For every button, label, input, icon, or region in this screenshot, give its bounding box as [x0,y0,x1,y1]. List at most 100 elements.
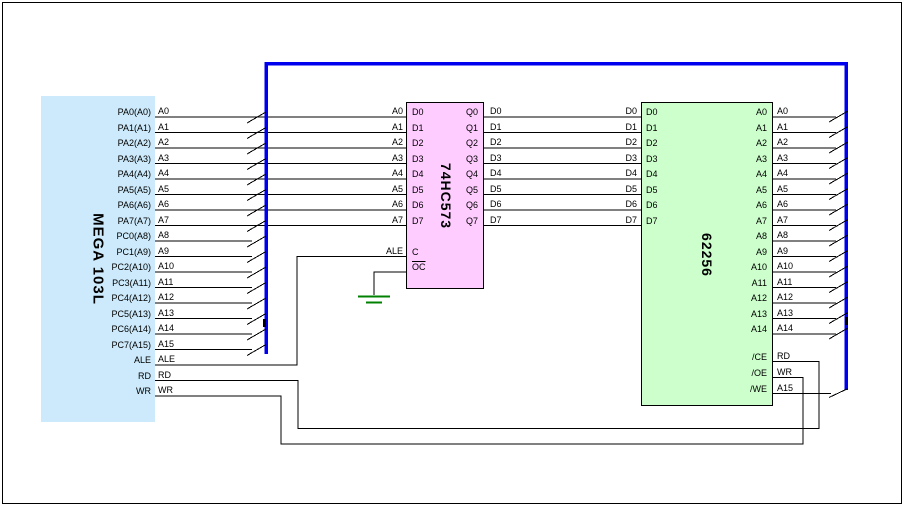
wire-label-d4: D4 [490,168,502,178]
wire-label-a11: A11 [777,277,792,287]
pin-label-pc7a15: PC7(A15) [31,340,151,350]
wire-label-a10: A10 [158,261,174,271]
wire-label-wr: WR [777,367,792,377]
wire-label-d2: D2 [517,137,637,147]
wire-label-a0: A0 [777,106,788,116]
pin-label-pc1a9: PC1(A9) [31,247,151,257]
pin-label-a11: A11 [647,278,767,288]
wire-label-a9: A9 [158,246,169,256]
wire-label-a1: A1 [777,122,788,132]
wire-label-a6: A6 [777,199,788,209]
pin-label-rd: RD [31,371,151,381]
pin-label-q7: Q7 [358,216,478,226]
pin-label-a4: A4 [647,169,767,179]
pin-label-oc: OC [412,262,426,272]
wire-label-a9: A9 [777,246,788,256]
pin-label-a9: A9 [647,247,767,257]
wire-label-a2: A2 [777,137,788,147]
wire-label-a8: A8 [158,230,169,240]
wire-label-d7: D7 [517,215,637,225]
wire-label-d6: D6 [490,199,502,209]
pin-label-q5: Q5 [358,185,478,195]
wire-oc-gnd [374,272,406,295]
pin-label-a14: A14 [647,324,767,334]
pin-label-wr: WR [31,386,151,396]
pin-label-a5: A5 [647,185,767,195]
pin-label-a7: A7 [647,216,767,226]
wire-ale [155,257,406,366]
wire-label-d1: D1 [490,122,502,132]
wire-label-d5: D5 [517,184,637,194]
wire-label-a12: A12 [158,292,174,302]
pin-label-pc2a10: PC2(A10) [31,262,151,272]
wire-label-a13: A13 [158,308,174,318]
pin-label-a3: A3 [647,154,767,164]
pin-label-q3: Q3 [358,154,478,164]
wire-label-d1: D1 [517,122,637,132]
wire-label-a15: A15 [777,383,793,393]
pin-label-pa3a3: PA3(A3) [31,154,151,164]
pin-label-a13: A13 [647,309,767,319]
pin-label-a1: A1 [647,123,767,133]
chip-mega-title: MEGA 103L [90,213,107,305]
pin-label-a8: A8 [647,231,767,241]
wire-label-ale: ALE [158,354,175,364]
wire-label-wr: WR [158,385,173,395]
wire-label-a14: A14 [158,323,174,333]
pin-label-q6: Q6 [358,200,478,210]
wire-label-a0: A0 [158,106,169,116]
schematic-canvas: MEGA 103L 74HC573 62256 PA0(A0)PA1(A1)PA… [0,0,905,507]
pin-label-a12: A12 [647,293,767,303]
pin-label-q1: Q1 [358,123,478,133]
pin-label-a6: A6 [647,200,767,210]
pin-label-a2: A2 [647,138,767,148]
wire-label-a10: A10 [777,261,793,271]
pin-label-c: C [412,247,419,257]
wire-label-a11: A11 [158,277,173,287]
wire-label-a8: A8 [777,230,788,240]
pin-label-pa7a7: PA7(A7) [31,216,151,226]
pin-label-ale: ALE [31,355,151,365]
wire-label-a13: A13 [777,308,793,318]
pin-label-pc5a13: PC5(A13) [31,309,151,319]
wire-label-a3: A3 [777,153,788,163]
wire-label-d5: D5 [490,184,502,194]
pin-label-a0: A0 [647,107,767,117]
wire-label-a4: A4 [158,168,169,178]
pin-label-pa4a4: PA4(A4) [31,169,151,179]
pin-label-oe: /OE [647,368,767,378]
wire-label-a7: A7 [777,215,788,225]
pin-label-pc3a11: PC3(A11) [31,278,151,288]
bus-tap-right-a15 [829,389,848,398]
wire-label-a6: A6 [158,199,169,209]
pin-label-ce: /CE [647,352,767,362]
pin-label-pa2a2: PA2(A2) [31,138,151,148]
wire-label-a5: A5 [158,184,169,194]
wire-label-rd: RD [777,351,790,361]
wire-label-d3: D3 [517,153,637,163]
pin-label-pc6a14: PC6(A14) [31,324,151,334]
wire-label-a15: A15 [158,339,174,349]
wire-label-rd: RD [158,370,171,380]
wire-label-d3: D3 [490,153,502,163]
pin-label-pa0a0: PA0(A0) [31,107,151,117]
wire-label-a14: A14 [777,323,793,333]
wire-label-d4: D4 [517,168,637,178]
pin-label-pa5a5: PA5(A5) [31,185,151,195]
pin-label-q0: Q0 [358,107,478,117]
wire-label-a5: A5 [777,184,788,194]
pin-label-q4: Q4 [358,169,478,179]
pin-label-pc0a8: PC0(A8) [31,231,151,241]
wire-label-d0: D0 [490,106,502,116]
pin-label-a10: A10 [647,262,767,272]
wire-label-a3: A3 [158,153,169,163]
pin-label-we: /WE [647,384,767,394]
pin-label-q2: Q2 [358,138,478,148]
wire-label-d7: D7 [490,215,502,225]
pin-label-pa1a1: PA1(A1) [31,123,151,133]
wire-label-a12: A12 [777,292,793,302]
wire-label-a2: A2 [158,137,169,147]
wire-label-a4: A4 [777,168,788,178]
wire-label-d6: D6 [517,199,637,209]
pin-label-pa6a6: PA6(A6) [31,200,151,210]
